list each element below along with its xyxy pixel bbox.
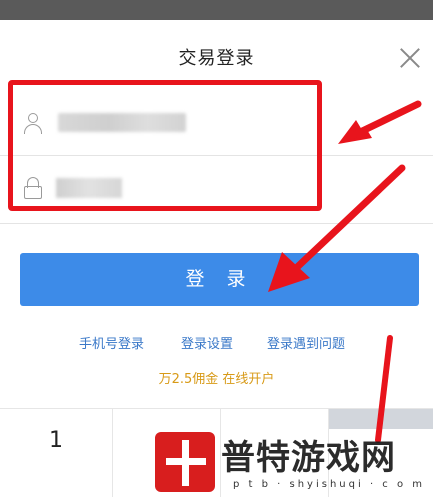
watermark-title: 普特游戏网 bbox=[221, 438, 396, 478]
keypad-key-1[interactable]: 1 bbox=[0, 409, 112, 473]
keypad-key-delete[interactable] bbox=[329, 409, 433, 429]
account-input[interactable] bbox=[58, 110, 308, 136]
top-status-strip bbox=[0, 0, 433, 20]
login-button[interactable]: 登 录 bbox=[20, 253, 419, 306]
watermark-url: p t b · shyishuqi · c o m bbox=[233, 479, 426, 490]
lock-icon bbox=[22, 177, 44, 199]
field-divider bbox=[0, 155, 433, 156]
promo-open-account[interactable]: 万2.5佣金 在线开户 bbox=[0, 368, 433, 387]
watermark-logo-mark bbox=[182, 440, 189, 486]
arrow-to-inputs bbox=[338, 100, 420, 144]
login-problem-link[interactable]: 登录遇到问题 bbox=[267, 333, 345, 352]
keypad-divider bbox=[112, 408, 113, 497]
phone-login-link[interactable]: 手机号登录 bbox=[79, 333, 144, 352]
field-divider bbox=[0, 223, 433, 224]
password-input[interactable] bbox=[58, 176, 308, 202]
dialog-title: 交易登录 bbox=[178, 48, 255, 69]
user-icon bbox=[22, 112, 44, 134]
login-settings-link[interactable]: 登录设置 bbox=[181, 333, 233, 352]
close-icon[interactable] bbox=[396, 44, 424, 72]
arrow-to-inputs-shaft bbox=[348, 100, 422, 140]
